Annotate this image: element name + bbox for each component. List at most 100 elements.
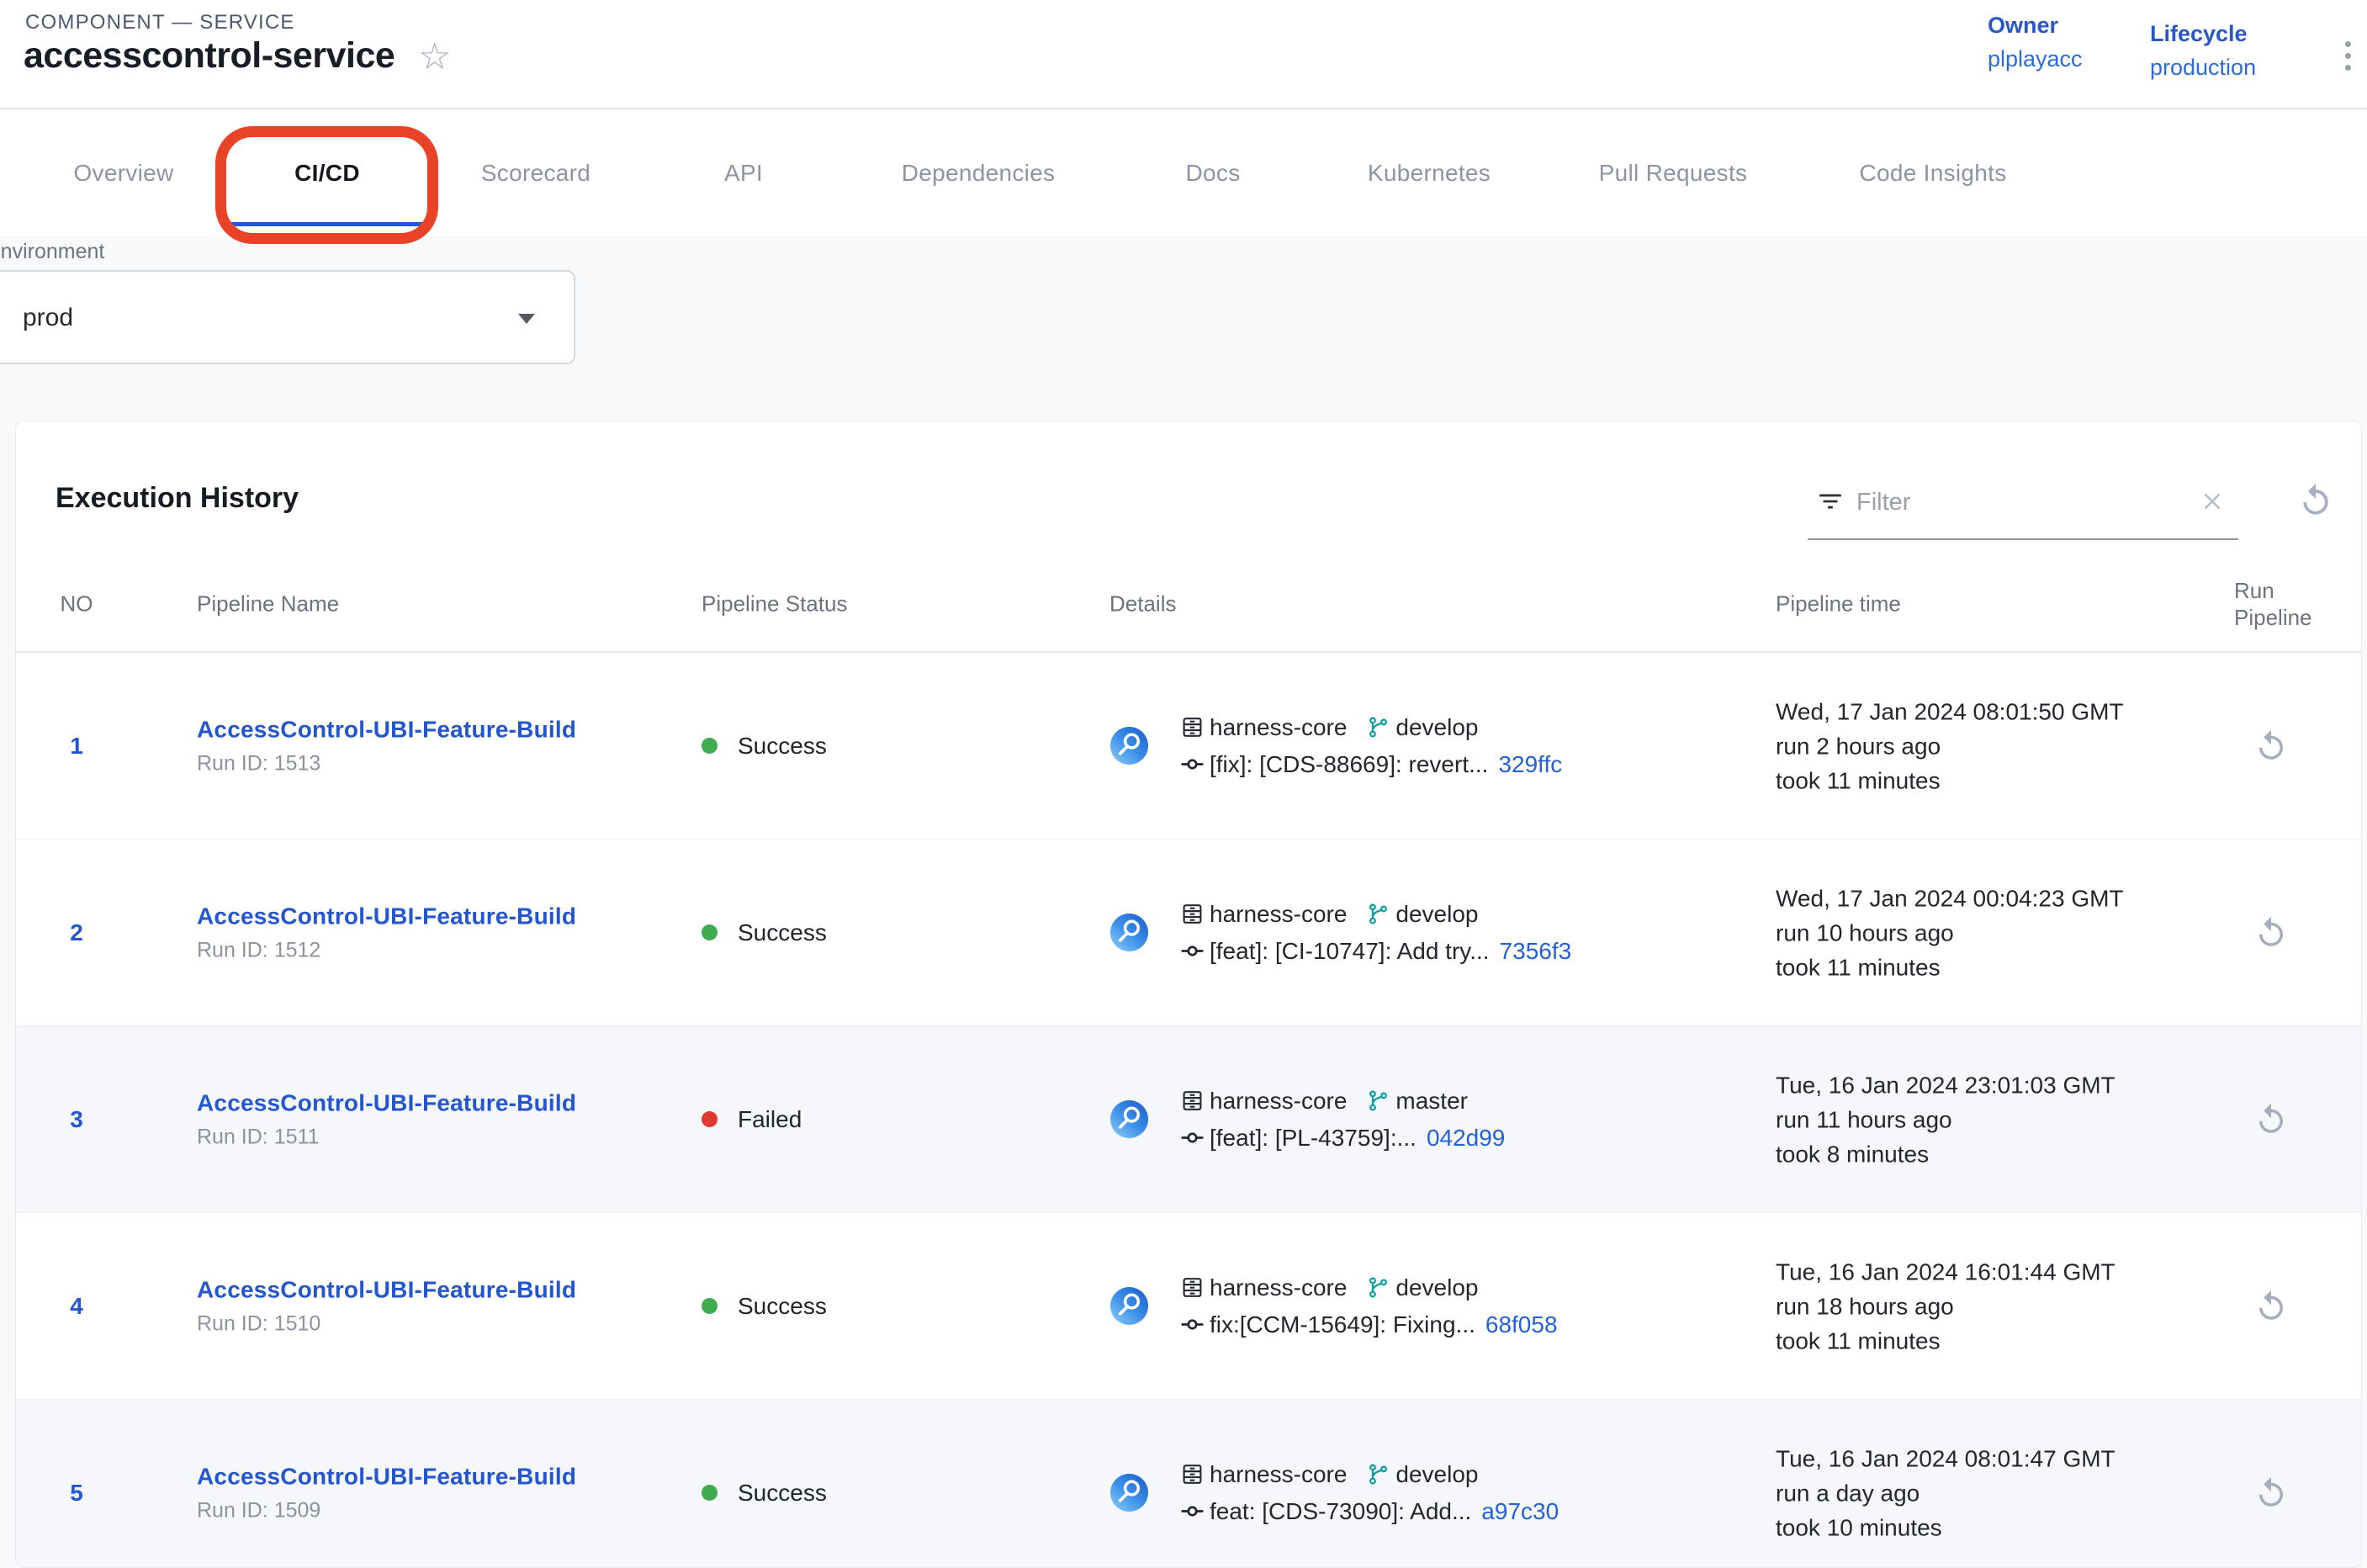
section-title: Execution History xyxy=(56,482,299,515)
run-id: Run ID: 1513 xyxy=(197,751,576,776)
pipeline-time: Wed, 17 Jan 2024 08:01:50 GMT run 2 hour… xyxy=(1776,694,2124,797)
table-row: 3 AccessControl-UBI-Feature-Build Run ID… xyxy=(16,1026,2362,1213)
tab-cicd[interactable]: CI/CD xyxy=(294,160,360,187)
tab-dependencies[interactable]: Dependencies xyxy=(902,160,1056,187)
harness-ci-icon xyxy=(1109,726,1149,765)
run-pipeline-button[interactable] xyxy=(2253,915,2289,951)
branch-name: develop xyxy=(1395,901,1478,928)
favorite-star-icon[interactable]: ☆ xyxy=(418,39,451,76)
pipeline-time: Tue, 16 Jan 2024 08:01:47 GMT run a day … xyxy=(1776,1441,2115,1544)
pipeline-name-link[interactable]: AccessControl-UBI-Feature-Build xyxy=(197,1276,576,1303)
row-number-link[interactable]: 1 xyxy=(70,733,83,759)
commit-message: feat: [CDS-73090]: Add... xyxy=(1210,1498,1471,1525)
refresh-icon[interactable] xyxy=(2297,482,2334,519)
commit-message: [feat]: [CI-10747]: Add try... xyxy=(1210,938,1490,965)
row-number-link[interactable]: 3 xyxy=(70,1106,83,1132)
pipeline-name-link[interactable]: AccessControl-UBI-Feature-Build xyxy=(197,1463,576,1490)
filter-input-underline xyxy=(1808,538,2238,540)
git-branch-icon xyxy=(1367,903,1390,925)
harness-ci-icon xyxy=(1109,1473,1149,1512)
tab-overview[interactable]: Overview xyxy=(73,160,173,187)
tab-api[interactable]: API xyxy=(724,160,763,187)
pipeline-name-link[interactable]: AccessControl-UBI-Feature-Build xyxy=(197,716,576,743)
tab-code-insights[interactable]: Code Insights xyxy=(1859,160,2006,187)
chevron-down-icon xyxy=(518,314,535,324)
git-commit-icon xyxy=(1181,753,1204,776)
pipeline-name-link[interactable]: AccessControl-UBI-Feature-Build xyxy=(197,1089,576,1116)
tab-kubernetes[interactable]: Kubernetes xyxy=(1368,160,1491,187)
commit-sha-link[interactable]: a97c30 xyxy=(1481,1498,1559,1525)
table-row: 2 AccessControl-UBI-Feature-Build Run ID… xyxy=(16,840,2362,1026)
execution-history-card: Execution History NO Pipeline Name Pipel… xyxy=(15,421,2362,1568)
column-header-pipeline-name: Pipeline Name xyxy=(197,591,339,617)
branch-name: develop xyxy=(1395,1274,1478,1301)
column-header-run-pipeline: Run Pipeline xyxy=(2234,577,2339,631)
status-dot xyxy=(702,924,718,940)
repo-name: harness-core xyxy=(1210,901,1347,928)
status-label: Success xyxy=(738,1293,827,1320)
git-commit-icon xyxy=(1181,1313,1204,1336)
run-id: Run ID: 1512 xyxy=(197,938,576,962)
repo-name: harness-core xyxy=(1210,714,1347,741)
status-label: Success xyxy=(738,733,827,760)
column-header-pipeline-time: Pipeline time xyxy=(1776,591,1901,617)
run-id: Run ID: 1511 xyxy=(197,1125,576,1149)
commit-sha-link[interactable]: 329ffc xyxy=(1498,751,1562,778)
tab-scorecard[interactable]: Scorecard xyxy=(481,160,590,187)
run-pipeline-button[interactable] xyxy=(2253,1475,2289,1511)
row-number-link[interactable]: 2 xyxy=(70,919,83,946)
row-number-link[interactable]: 4 xyxy=(70,1293,83,1319)
git-commit-icon xyxy=(1181,940,1204,962)
run-pipeline-button[interactable] xyxy=(2253,1289,2289,1324)
column-header-details: Details xyxy=(1109,591,1176,617)
pipeline-time: Tue, 16 Jan 2024 23:01:03 GMT run 11 hou… xyxy=(1776,1067,2115,1171)
harness-ci-icon xyxy=(1109,1286,1149,1326)
repo-icon xyxy=(1181,716,1204,739)
row-number-link[interactable]: 5 xyxy=(70,1480,83,1506)
commit-sha-link[interactable]: 042d99 xyxy=(1427,1125,1505,1152)
header-divider xyxy=(0,108,2367,109)
git-branch-icon xyxy=(1367,1276,1390,1299)
branch-name: develop xyxy=(1395,714,1478,741)
page-header: COMPONENT — SERVICE accesscontrol-servic… xyxy=(0,0,2367,236)
branch-name: develop xyxy=(1395,1461,1478,1488)
table-header-row: NO Pipeline Name Pipeline Status Details… xyxy=(16,556,2362,653)
harness-ci-icon xyxy=(1109,913,1149,952)
active-tab-underline xyxy=(225,222,425,226)
status-label: Failed xyxy=(738,1106,802,1133)
owner-meta: Owner plplayacc xyxy=(1988,8,2083,76)
commit-message: [fix]: [CDS-88669]: revert... xyxy=(1210,751,1488,778)
environment-select[interactable]: prod xyxy=(0,270,575,364)
tab-docs[interactable]: Docs xyxy=(1186,160,1241,187)
commit-sha-link[interactable]: 7356f3 xyxy=(1500,938,1572,965)
repo-icon xyxy=(1181,1276,1204,1299)
lifecycle-value: production xyxy=(2150,50,2256,84)
kebab-menu-icon[interactable] xyxy=(2335,30,2360,81)
filter-input[interactable] xyxy=(1855,484,2158,521)
clear-filter-icon[interactable] xyxy=(2198,487,2227,516)
branch-name: master xyxy=(1395,1088,1468,1115)
status-label: Success xyxy=(738,919,827,946)
repo-name: harness-core xyxy=(1210,1274,1347,1301)
repo-name: harness-core xyxy=(1210,1088,1347,1115)
harness-ci-icon xyxy=(1109,1099,1149,1139)
commit-sha-link[interactable]: 68f058 xyxy=(1485,1311,1558,1338)
lifecycle-label: Lifecycle xyxy=(2150,17,2256,50)
entity-kind-eyebrow: COMPONENT — SERVICE xyxy=(25,11,295,34)
repo-icon xyxy=(1181,903,1204,925)
owner-link[interactable]: plplayacc xyxy=(1988,46,2083,72)
filter-list-icon xyxy=(1816,487,1845,516)
run-pipeline-button[interactable] xyxy=(2253,728,2289,764)
pipeline-name-link[interactable]: AccessControl-UBI-Feature-Build xyxy=(197,903,576,930)
status-dot xyxy=(702,1111,718,1127)
run-pipeline-button[interactable] xyxy=(2253,1102,2289,1137)
environment-selected-value: prod xyxy=(23,304,73,332)
column-header-no: NO xyxy=(53,591,100,617)
repo-icon xyxy=(1181,1463,1204,1486)
git-branch-icon xyxy=(1367,716,1390,739)
tab-pull-requests[interactable]: Pull Requests xyxy=(1599,160,1748,187)
status-label: Success xyxy=(738,1480,827,1507)
status-dot xyxy=(702,738,718,754)
repo-name: harness-core xyxy=(1210,1461,1347,1488)
pipeline-time: Wed, 17 Jan 2024 00:04:23 GMT run 10 hou… xyxy=(1776,881,2124,984)
